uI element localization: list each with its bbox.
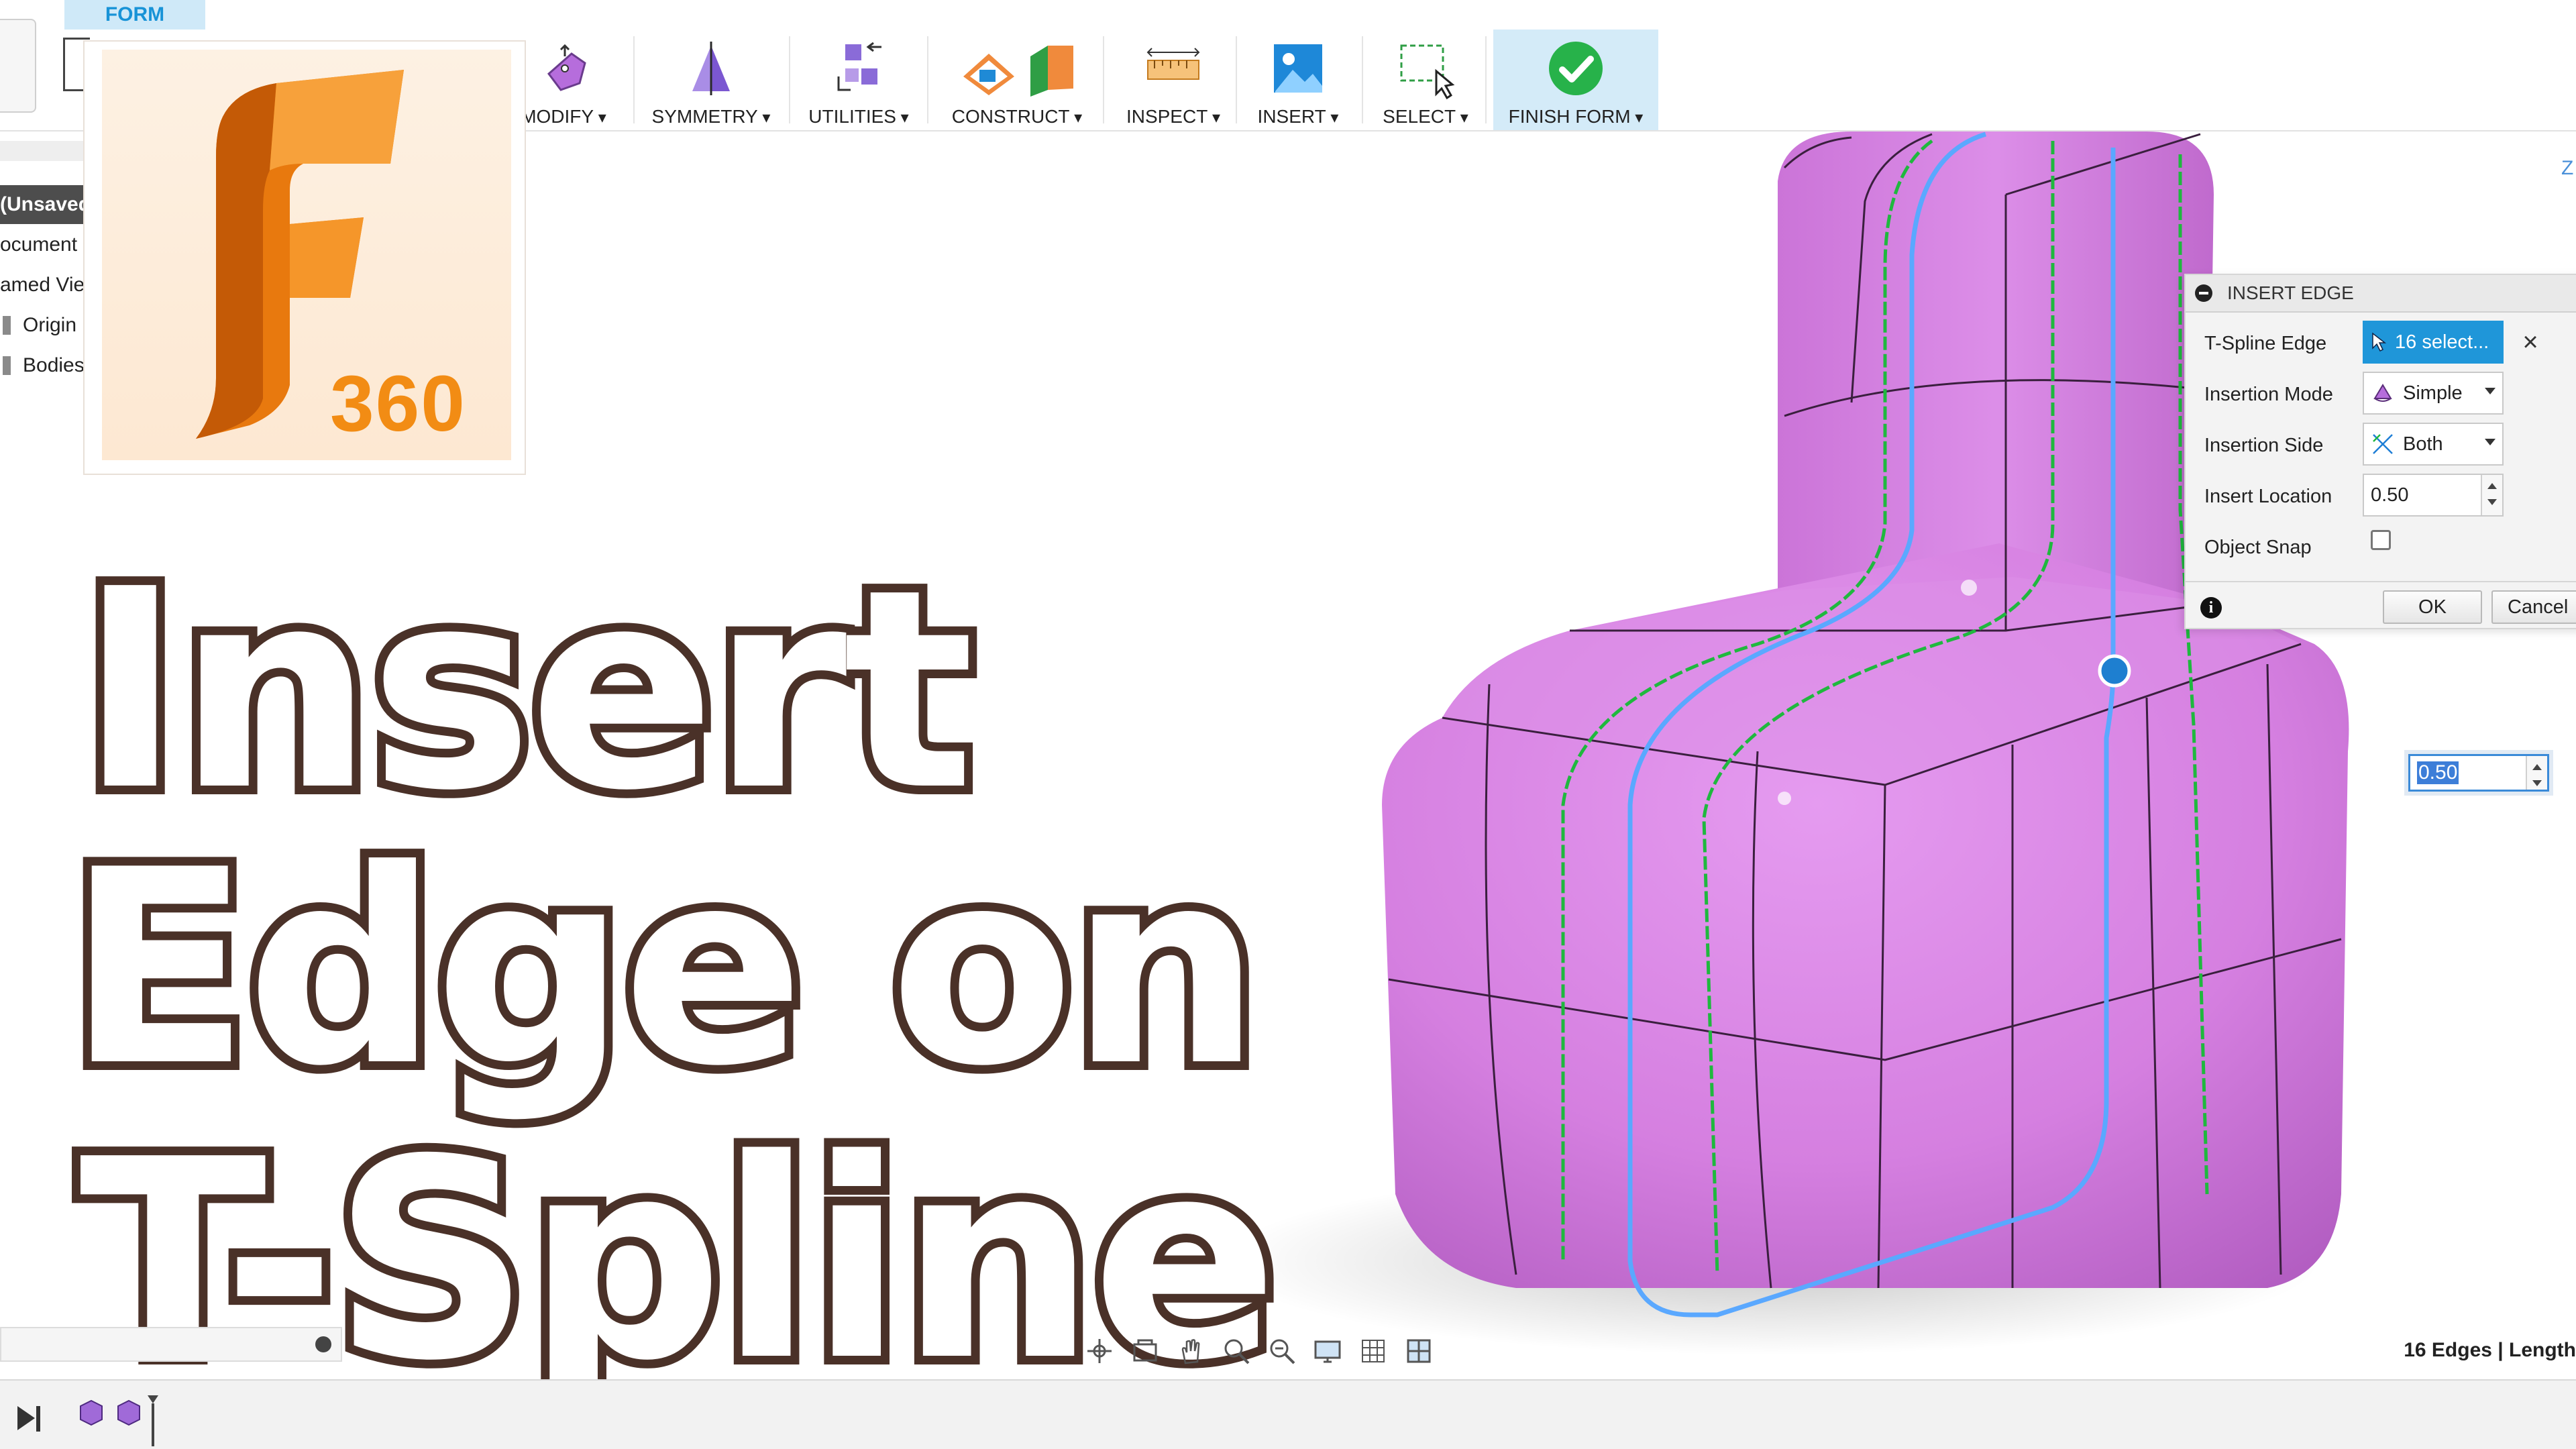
fusion-360-logo: 360: [83, 40, 526, 475]
specular-highlight: [1961, 580, 1977, 596]
toolbar-divider: [1103, 36, 1104, 123]
toolbar-divider: [633, 36, 635, 123]
insert-edge-dialog: INSERT EDGE T-Spline Edge 16 select... ×…: [2184, 274, 2576, 629]
edge-position-handle[interactable]: [2098, 654, 2131, 688]
chevron-down-icon: [2485, 439, 2496, 445]
modify-menu[interactable]: MODIFY: [510, 30, 617, 130]
measure-icon: [1146, 48, 1200, 80]
insert-location-label: Insert Location: [2204, 486, 2332, 507]
modify-label: MODIFY: [521, 106, 606, 127]
fit-icon[interactable]: [1263, 1334, 1301, 1368]
add-comment-icon[interactable]: [315, 1336, 331, 1352]
timeline-marker-icon[interactable]: [148, 1395, 158, 1403]
construct-icon: [963, 46, 1073, 97]
dialog-header: INSERT EDGE: [2186, 275, 2576, 313]
symmetry-label: SYMMETRY: [652, 106, 771, 127]
toolbar-divider: [927, 36, 928, 123]
toolbar-divider: [1236, 36, 1237, 123]
select-label: SELECT: [1383, 106, 1468, 127]
collapse-icon[interactable]: [2195, 284, 2212, 302]
construct-label: CONSTRUCT: [952, 106, 1082, 127]
object-snap-checkbox[interactable]: [2371, 530, 2391, 550]
utilities-label: UTILITIES: [808, 106, 908, 127]
symmetry-icon: [692, 42, 730, 95]
insertion-side-value: Both: [2403, 433, 2443, 455]
zoom-icon[interactable]: [1217, 1334, 1256, 1368]
both-sides-icon: [2373, 434, 2393, 454]
dialog-footer: i OK Cancel: [2186, 581, 2576, 631]
symmetry-menu[interactable]: SYMMETRY: [644, 30, 778, 130]
toolbar-divider: [789, 36, 790, 123]
panel-toggle-button[interactable]: [0, 19, 36, 113]
overlay-title-line-3: T-Spline: [70, 1091, 1287, 1430]
ok-button[interactable]: OK: [2383, 590, 2482, 624]
tab-form[interactable]: FORM: [64, 0, 205, 30]
checkmark-icon: [1549, 42, 1603, 95]
finish-form-button[interactable]: FINISH FORM: [1493, 30, 1658, 130]
form-feature-icon[interactable]: [117, 1399, 140, 1426]
finish-form-label: FINISH FORM: [1509, 106, 1644, 127]
grid-settings-icon[interactable]: [1354, 1334, 1393, 1368]
look-at-icon[interactable]: [1126, 1334, 1165, 1368]
viewports-icon[interactable]: [1399, 1334, 1438, 1368]
specular-highlight: [1778, 792, 1791, 805]
utilities-menu[interactable]: UTILITIES: [800, 30, 918, 130]
floating-location-input[interactable]: 0.50: [2408, 754, 2549, 792]
toolbar-divider: [1485, 36, 1487, 123]
insert-location-value: 0.50: [2371, 484, 2409, 506]
timeline: [0, 1379, 2576, 1449]
form-feature-icon[interactable]: [80, 1399, 103, 1426]
timeline-features[interactable]: [74, 1386, 168, 1446]
insert-location-input[interactable]: 0.50: [2363, 474, 2504, 517]
stepper-arrows-icon[interactable]: [2526, 756, 2547, 790]
insert-label: INSERT: [1258, 106, 1339, 127]
select-menu[interactable]: SELECT: [1375, 30, 1476, 130]
utilities-icon: [837, 42, 881, 91]
pan-icon[interactable]: [1171, 1334, 1210, 1368]
select-window-icon: [1400, 44, 1455, 100]
info-icon[interactable]: i: [2200, 597, 2222, 619]
display-settings-icon[interactable]: [1308, 1334, 1347, 1368]
selection-status: 16 Edges | Length: [2404, 1339, 2576, 1361]
overlay-title-line-1: Insert: [70, 521, 983, 859]
insertion-mode-value: Simple: [2403, 382, 2463, 404]
simple-mode-icon: [2373, 384, 2392, 402]
selection-count: 16 select...: [2395, 331, 2489, 353]
logo-background: 360: [102, 50, 511, 460]
chevron-down-icon: [2485, 388, 2496, 394]
inspect-menu[interactable]: INSPECT: [1116, 30, 1230, 130]
cancel-button[interactable]: Cancel: [2491, 590, 2576, 624]
construct-menu[interactable]: CONSTRUCT: [936, 30, 1097, 130]
overlay-title-line-2: Edge on: [58, 804, 1270, 1134]
toolbar-divider: [1362, 36, 1363, 123]
object-snap-label: Object Snap: [2204, 537, 2312, 558]
insertion-mode-label: Insertion Mode: [2204, 384, 2333, 405]
inspect-label: INSPECT: [1126, 106, 1220, 127]
tspline-edge-label: T-Spline Edge: [2204, 333, 2327, 354]
comments-panel[interactable]: [0, 1327, 342, 1362]
dialog-title: INSERT EDGE: [2227, 282, 2354, 303]
orbit-icon[interactable]: [1080, 1334, 1119, 1368]
clear-selection-icon[interactable]: ×: [2517, 329, 2544, 356]
tspline-edge-selector[interactable]: 16 select...: [2363, 321, 2504, 364]
logo-text: 360: [330, 360, 466, 448]
end-marker-icon: [36, 1406, 40, 1432]
app-window: FORM MODIFY SYMMETRY UTILITIES CONSTRUCT…: [0, 0, 2576, 1449]
cursor-arrow-icon: [2372, 332, 2387, 352]
viewcube-axis-label[interactable]: Z: [2561, 157, 2573, 180]
play-icon[interactable]: [17, 1406, 35, 1430]
insertion-side-dropdown[interactable]: Both: [2363, 423, 2504, 466]
insertion-mode-dropdown[interactable]: Simple: [2363, 372, 2504, 415]
modify-icon: [547, 44, 586, 91]
stepper-arrows-icon[interactable]: [2481, 475, 2502, 515]
navigation-bar: [1080, 1331, 1496, 1371]
insert-menu[interactable]: INSERT: [1248, 30, 1348, 130]
insert-image-icon: [1274, 44, 1322, 93]
insertion-side-label: Insertion Side: [2204, 435, 2324, 456]
floating-location-value: 0.50: [2417, 761, 2459, 784]
